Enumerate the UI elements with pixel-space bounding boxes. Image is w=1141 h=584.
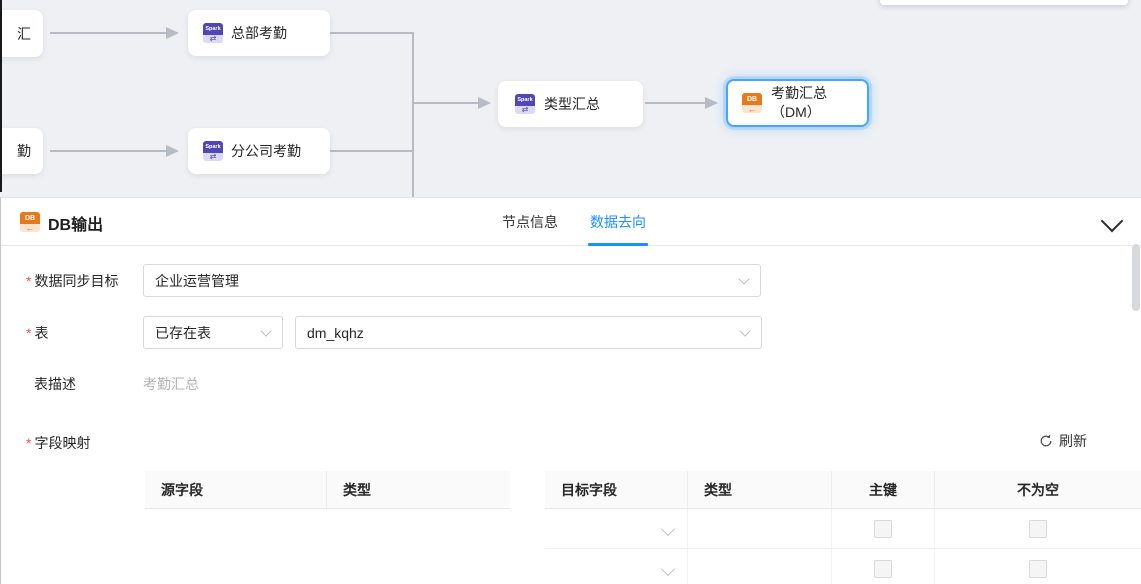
refresh-button[interactable]: 刷新	[1039, 431, 1087, 451]
tab-node-info[interactable]: 节点信息	[502, 198, 558, 246]
target-field-select[interactable]	[545, 509, 688, 548]
chevron-down-icon	[260, 325, 271, 336]
canvas-edge-line	[0, 0, 2, 192]
target-table-row	[545, 509, 1141, 549]
node-label: 勤	[17, 141, 31, 161]
flow-node-hq-attendance[interactable]: Spark ⇄ 总部考勤	[188, 10, 330, 56]
table-name-select[interactable]: dm_kqhz	[295, 316, 762, 349]
node-label: 类型汇总	[544, 94, 600, 114]
col-type: 类型	[688, 471, 832, 508]
node-label: 汇	[17, 24, 31, 44]
table-mode-select[interactable]: 已存在表	[143, 316, 283, 349]
not-null-checkbox[interactable]	[1029, 560, 1047, 578]
not-null-cell	[935, 549, 1141, 584]
table-desc-value: 考勤汇总	[143, 374, 199, 394]
col-source-field: 源字段	[145, 471, 327, 508]
app-root: 汇 勤 Spark ⇄ 总部考勤 Spark ⇄ 分公司考勤 Spark ⇄ 类…	[0, 0, 1141, 584]
db-output-icon: DB ←	[20, 212, 40, 232]
flow-node-attendance-summary-dm[interactable]: DB ← 考勤汇总 （DM）	[726, 79, 869, 127]
db-icon: DB ←	[742, 93, 762, 113]
spark-icon: Spark ⇄	[203, 23, 223, 43]
chevron-down-icon	[661, 561, 675, 575]
flow-canvas[interactable]: 汇 勤 Spark ⇄ 总部考勤 Spark ⇄ 分公司考勤 Spark ⇄ 类…	[0, 0, 1141, 197]
target-table-header: 目标字段 类型 主键 不为空	[545, 471, 1141, 509]
col-not-null: 不为空	[935, 471, 1141, 508]
spark-icon: Spark ⇄	[515, 94, 535, 114]
flow-node-partial-top[interactable]: 汇	[0, 10, 43, 57]
chevron-down-icon	[738, 273, 749, 284]
panel-title: DB输出	[48, 211, 103, 235]
not-null-checkbox[interactable]	[1029, 520, 1047, 538]
node-label: 分公司考勤	[231, 141, 301, 161]
flow-node-type-summary[interactable]: Spark ⇄ 类型汇总	[498, 81, 643, 127]
primary-key-checkbox[interactable]	[874, 520, 892, 538]
flow-node-branch-attendance[interactable]: Spark ⇄ 分公司考勤	[188, 128, 330, 174]
table-label: *表	[26, 323, 48, 343]
panel-tabs: 节点信息 数据去向	[502, 198, 646, 246]
refresh-icon	[1039, 434, 1053, 448]
table-desc-label: 表描述	[34, 374, 76, 394]
target-field-select[interactable]	[545, 549, 688, 584]
panel-header: DB ← DB输出 节点信息 数据去向	[0, 198, 1141, 246]
col-target-field: 目标字段	[545, 471, 688, 508]
vertical-scrollbar-thumb[interactable]	[1132, 244, 1140, 311]
sync-target-select[interactable]: 企业运营管理	[143, 264, 761, 297]
chevron-down-icon	[661, 521, 675, 535]
chevron-down-icon	[739, 325, 750, 336]
source-fields-table: 源字段 类型	[145, 471, 510, 509]
collapse-panel-chevron-down-icon[interactable]	[1101, 210, 1124, 233]
source-table-header: 源字段 类型	[145, 471, 510, 509]
type-cell	[688, 509, 832, 548]
field-mapping-label: *字段映射	[26, 433, 90, 453]
flow-node-partial-bottom[interactable]: 勤	[0, 128, 43, 174]
col-primary-key: 主键	[832, 471, 935, 508]
col-type: 类型	[327, 471, 510, 508]
primary-key-cell	[832, 549, 935, 584]
canvas-toolbar-fragment	[880, 0, 1128, 5]
sync-target-label: *数据同步目标	[26, 271, 118, 291]
primary-key-cell	[832, 509, 935, 548]
panel-edge-line	[0, 197, 1, 584]
type-cell	[688, 549, 832, 584]
node-label: 总部考勤	[231, 23, 287, 43]
not-null-cell	[935, 509, 1141, 548]
target-table-row	[545, 549, 1141, 584]
tab-data-destination[interactable]: 数据去向	[590, 198, 646, 246]
target-fields-table: 目标字段 类型 主键 不为空	[545, 471, 1141, 584]
node-label: 考勤汇总 （DM）	[771, 84, 827, 122]
primary-key-checkbox[interactable]	[874, 560, 892, 578]
db-output-panel: DB ← DB输出 节点信息 数据去向 *数据同步目标 企业运营管理	[0, 197, 1141, 584]
spark-icon: Spark ⇄	[203, 141, 223, 161]
